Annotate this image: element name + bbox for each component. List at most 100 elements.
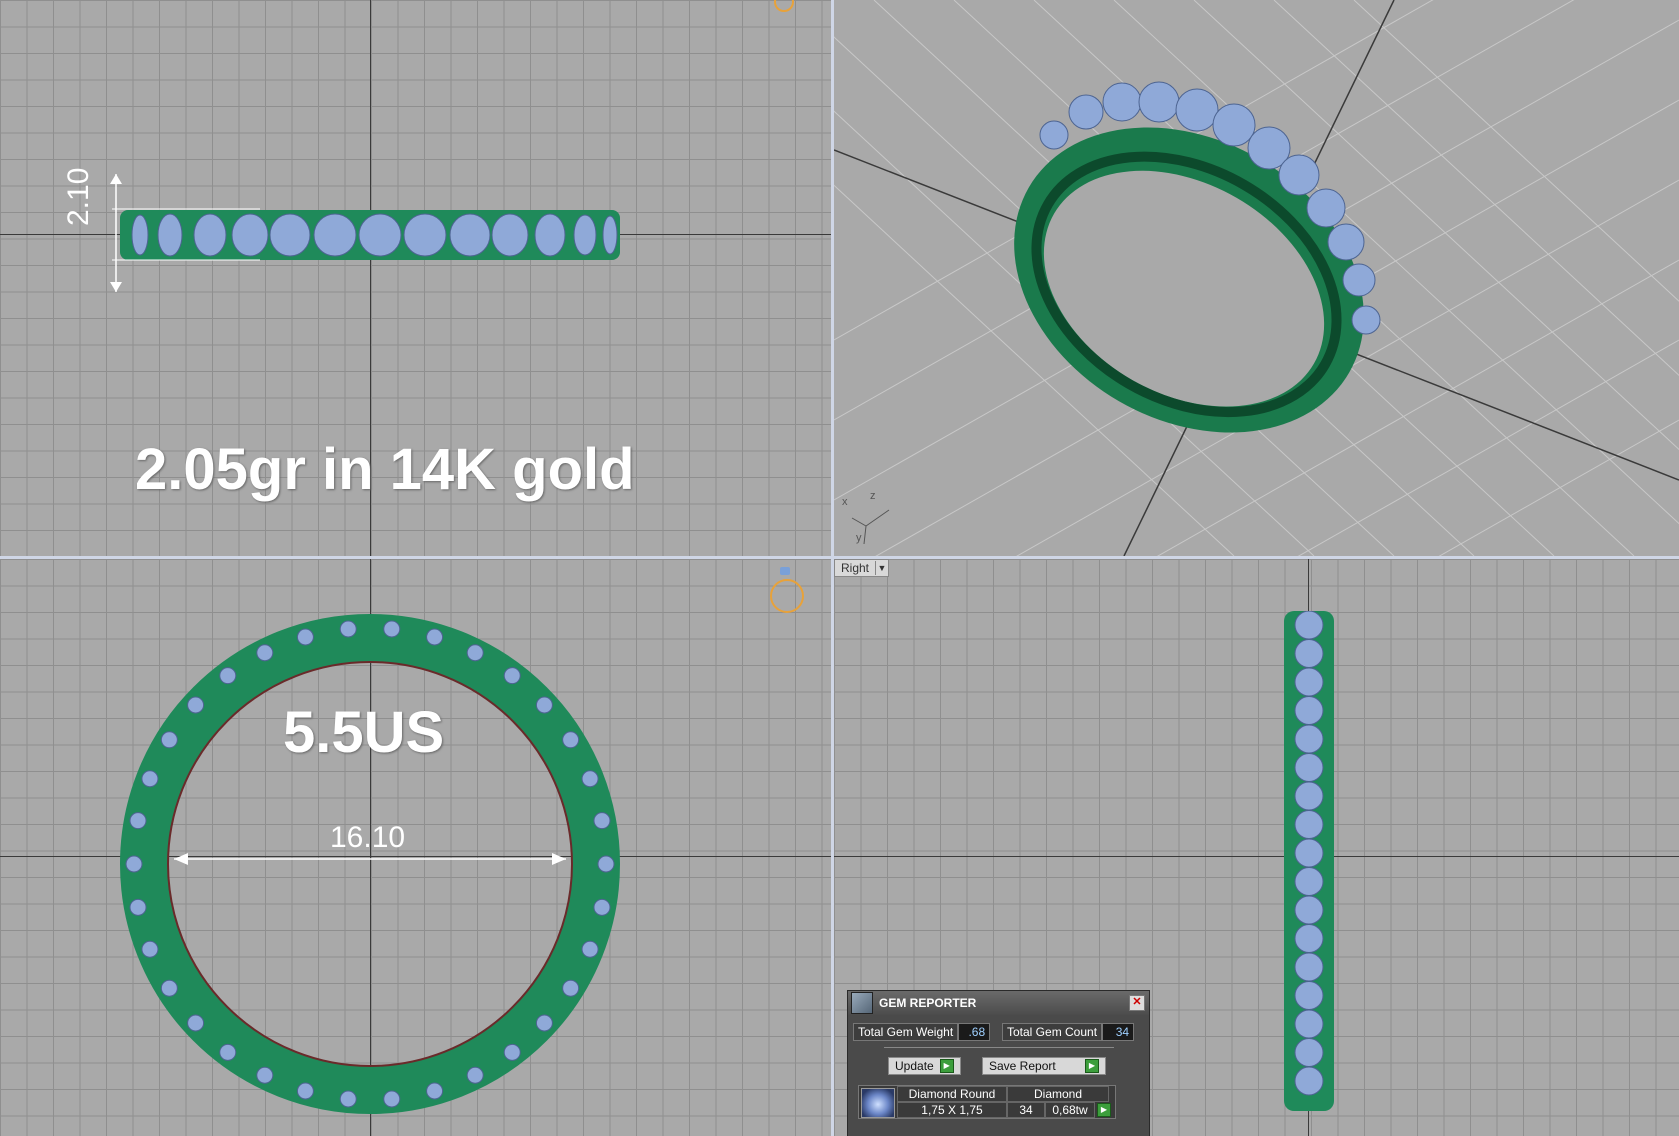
gem-setting	[1294, 696, 1324, 725]
gem-setting	[125, 855, 143, 873]
gem-setting	[1294, 1009, 1324, 1039]
gem-setting	[503, 667, 521, 685]
weight-annotation: 2.05gr in 14K gold	[135, 437, 635, 502]
gem-setting	[187, 1014, 205, 1032]
total-weight-row: Total Gem Weight .68	[853, 1023, 991, 1041]
total-weight-value[interactable]: .68	[958, 1023, 991, 1041]
close-icon[interactable]: ✕	[1129, 995, 1145, 1011]
update-button[interactable]: Update ▶	[888, 1057, 961, 1075]
gem-setting	[1294, 895, 1324, 925]
gem-setting	[187, 696, 205, 714]
gem-count-cell: 34	[1007, 1102, 1045, 1118]
gem-setting	[1294, 1066, 1324, 1096]
gem-setting	[1294, 952, 1324, 982]
gem-setting	[1294, 1038, 1324, 1067]
gem-setting	[1294, 838, 1324, 868]
play-icon: ▶	[1085, 1059, 1099, 1073]
gem-setting	[339, 1090, 357, 1108]
gem-setting	[383, 1090, 401, 1108]
gem-setting	[597, 855, 615, 873]
gem-setting	[562, 979, 580, 997]
gem-setting	[219, 1043, 237, 1061]
right-viewport[interactable]: Right ▼ GEM REPORTER ✕ Total Gem Weight …	[834, 559, 1679, 1136]
height-dimension-label: 2.10	[62, 167, 95, 226]
gem-reporter-panel[interactable]: GEM REPORTER ✕ Total Gem Weight .68 Tota…	[847, 990, 1150, 1136]
viewport-divider-horizontal[interactable]	[0, 556, 1679, 559]
gem-material-cell: Diamond	[1007, 1086, 1109, 1102]
play-icon: ▶	[939, 1059, 954, 1073]
camera-ring-icon[interactable]	[770, 579, 804, 613]
gem-setting	[426, 628, 444, 646]
total-weight-label: Total Gem Weight	[853, 1023, 959, 1041]
gem-setting	[1294, 667, 1324, 697]
chevron-down-icon[interactable]: ▼	[875, 561, 888, 575]
round-diamond-icon	[861, 1088, 895, 1118]
gem-reporter-titlebar[interactable]: GEM REPORTER ✕	[848, 991, 1149, 1015]
front-viewport[interactable]: 2.10 2.05gr in 14K gold	[0, 0, 831, 556]
gem-setting	[1294, 810, 1324, 839]
save-report-button[interactable]: Save Report ▶	[982, 1057, 1106, 1075]
gem-setting	[160, 979, 178, 997]
gem-setting	[562, 731, 580, 749]
ring-side-view[interactable]	[1282, 611, 1336, 1111]
gem-setting	[466, 644, 484, 662]
axis-label-y: y	[856, 532, 862, 544]
gem-weight-cell: 0,68tw	[1045, 1102, 1095, 1118]
gem-setting	[160, 731, 178, 749]
perspective-viewport[interactable]: x z y	[834, 0, 1679, 556]
gem-setting	[1294, 981, 1324, 1010]
gem-setting	[1294, 867, 1324, 896]
gem-reporter-title: GEM REPORTER	[879, 996, 977, 1010]
diameter-dimension-label: 16.10	[330, 821, 406, 854]
gem-setting	[535, 1014, 553, 1032]
gem-reporter-icon	[851, 992, 873, 1014]
axis-label-x: x	[842, 496, 848, 508]
update-button-label: Update	[895, 1059, 934, 1073]
gem-setting	[383, 620, 401, 638]
camera-gem-icon	[780, 567, 790, 575]
ring-size-annotation: 5.5US	[283, 700, 445, 765]
axis-triad-icon	[851, 509, 890, 545]
gem-setting	[581, 940, 599, 958]
gem-setting	[1294, 724, 1324, 754]
height-dimension-arrow	[110, 174, 260, 292]
gem-setting	[426, 1082, 444, 1100]
gem-setting	[1294, 639, 1324, 668]
gem-setting	[503, 1043, 521, 1061]
ring-perspective-view[interactable]	[994, 80, 1384, 480]
view-selector-label: Right	[841, 561, 870, 575]
gem-setting	[129, 898, 147, 916]
gem-list-row[interactable]: Diamond Round Diamond 1,75 X 1,75 34 0,6…	[858, 1085, 1116, 1119]
total-count-row: Total Gem Count 34	[1002, 1023, 1135, 1041]
panel-splitter[interactable]	[884, 1047, 1114, 1048]
gem-setting	[593, 812, 611, 830]
gem-setting	[296, 628, 314, 646]
viewport-divider-vertical[interactable]	[831, 0, 834, 1136]
gem-setting	[593, 898, 611, 916]
gem-setting	[256, 644, 274, 662]
gem-setting	[1294, 753, 1324, 782]
gem-setting	[1294, 781, 1324, 811]
gem-setting	[256, 1066, 274, 1084]
gem-setting	[219, 667, 237, 685]
total-count-value[interactable]: 34	[1102, 1023, 1135, 1041]
axis-label-z: z	[870, 490, 876, 502]
gem-setting	[296, 1082, 314, 1100]
gem-name-cell: Diamond Round	[897, 1086, 1007, 1102]
gem-setting	[1294, 924, 1324, 953]
gem-setting	[129, 812, 147, 830]
total-count-label: Total Gem Count	[1002, 1023, 1103, 1041]
top-viewport[interactable]: 5.5US 16.10	[0, 559, 831, 1136]
gem-setting	[141, 940, 159, 958]
play-icon[interactable]: ▶	[1097, 1103, 1111, 1117]
gem-setting	[535, 696, 553, 714]
horizontal-axis-line	[834, 856, 1679, 857]
gem-size-cell: 1,75 X 1,75	[897, 1102, 1007, 1118]
gem-setting	[1294, 611, 1324, 640]
gem-setting	[466, 1066, 484, 1084]
save-report-button-label: Save Report	[989, 1059, 1056, 1073]
view-selector-dropdown[interactable]: Right ▼	[834, 559, 890, 577]
gem-setting	[339, 620, 357, 638]
gem-setting	[581, 770, 599, 788]
gizmo-icon[interactable]	[774, 0, 794, 12]
